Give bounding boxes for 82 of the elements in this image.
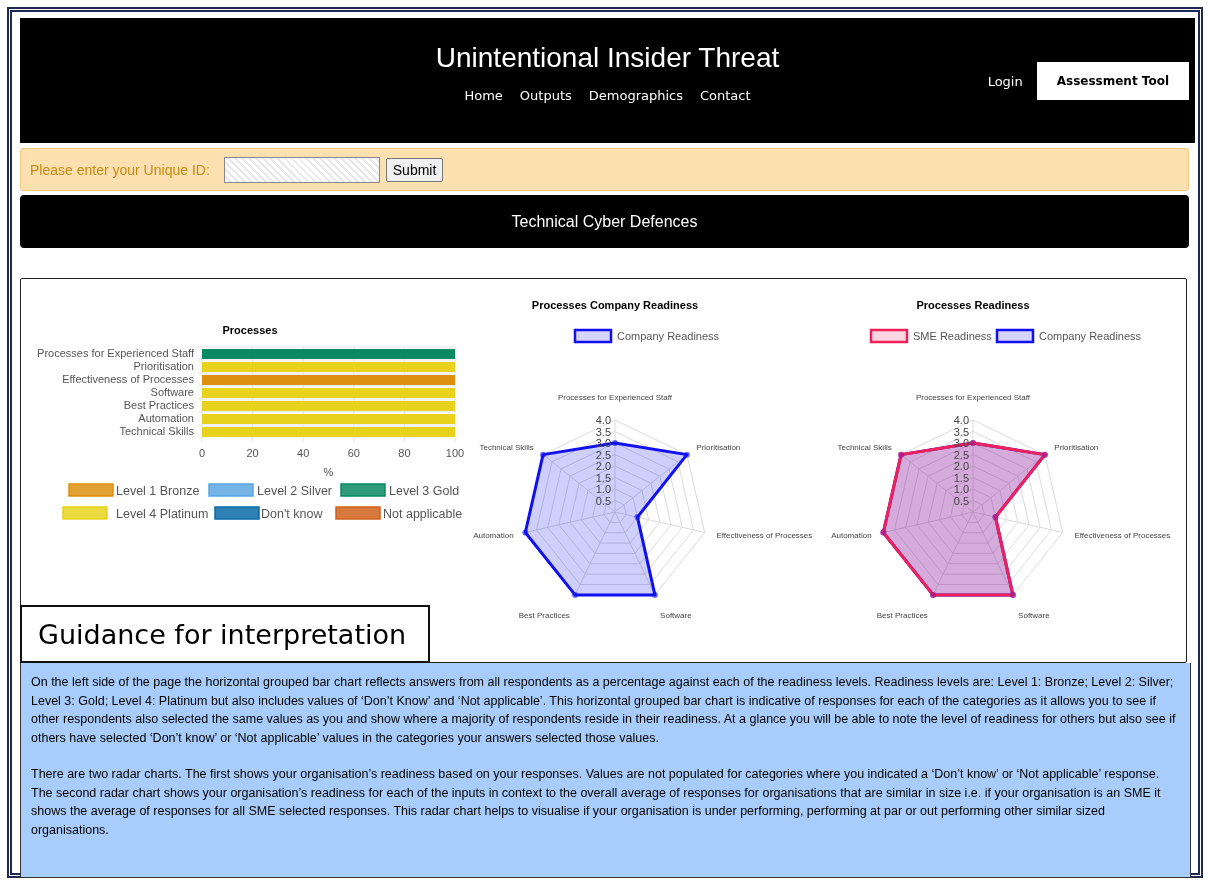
guidance-paragraph: On the left side of the page the horizontal grouped bar chart reflects answers from all respondents as a percentage against each of the readiness levels. Readiness levels are: Level 1: Bronze; Level 2: Silver; Level 3: Gold; Level 4: Platinum but also includes values of ‘Don’t Know’ and ‘Not applicable’. This horizontal grouped bar chart is indicative of responses for each of the categories as it allows you to see if other respondents also selected the same values as you and show where a majority of respondents reside in their readiness. At a glance you will be able to note the level of readiness for others but also see if others have selected ‘Don’t know’ or ‘Not applicable’ values in the categories your answers selected those values. bbox=[31, 674, 1177, 747]
axis-label: Processes for Experienced Staff bbox=[557, 393, 673, 402]
scale-label: 1.0 bbox=[595, 483, 611, 495]
data-point bbox=[1009, 591, 1016, 598]
login-link[interactable]: Login bbox=[987, 73, 1023, 89]
nav-link[interactable]: Outputs bbox=[519, 88, 572, 103]
tick-label: 100 bbox=[445, 447, 465, 459]
axis-label: Effectiveness of Processes bbox=[716, 531, 813, 541]
legend-label: Level 4 Platinum bbox=[116, 507, 209, 521]
id-label: Please enter your Unique ID: bbox=[30, 161, 210, 178]
scale-label: 3.5 bbox=[595, 425, 611, 438]
scale-label: 2.0 bbox=[595, 460, 611, 472]
site-title: Unintentional Insider Threat bbox=[435, 42, 780, 74]
axis-label: Technical Skills bbox=[479, 443, 534, 453]
scale-label: 4.0 bbox=[595, 414, 611, 426]
data-point bbox=[970, 440, 976, 446]
legend-label: SME Readiness bbox=[913, 330, 992, 342]
axis-label: Prioritisation bbox=[696, 443, 741, 453]
guidance-paragraph: There are two radar charts. The first shows your organisation’s readiness based on your responses. Values are not populated for categories where you indicated a ‘Don’t know’ or ‘Not applicable’ response. The second radar chart shows your organisation’s readiness for each of the inputs in context to the overall average of responses for organisations that are similar in size i.e. if your organisation is an SME it shows the average of responses for all SME selected responses. This radar chart helps to visualise if your organisation is under performing, performing at par or out performing other similar sized organisations. bbox=[31, 766, 1162, 839]
axis-label: Effectiveness of Processes bbox=[1074, 531, 1171, 541]
axis-label: Software bbox=[1018, 610, 1050, 620]
assessment-tool-button[interactable]: Assessment Tool bbox=[1036, 62, 1189, 100]
legend-label: Not applicable bbox=[383, 507, 463, 521]
scale-label: 1.5 bbox=[953, 471, 969, 484]
data-point bbox=[612, 440, 618, 446]
data-point bbox=[572, 591, 579, 598]
axis-label: Software bbox=[660, 610, 692, 620]
data-point bbox=[651, 591, 658, 598]
id-input-field[interactable] bbox=[223, 156, 380, 183]
tick-label: 40 bbox=[297, 447, 310, 459]
section-title: Technical Cyber Defences bbox=[511, 212, 698, 231]
tick-label: 80 bbox=[398, 447, 411, 459]
nav-link[interactable]: Home bbox=[464, 88, 503, 103]
data-point bbox=[880, 529, 887, 536]
nav-link[interactable]: Contact bbox=[700, 88, 751, 103]
data-point bbox=[540, 451, 547, 458]
legend-label: Company Readiness bbox=[617, 330, 720, 342]
tick-label: 20 bbox=[246, 447, 259, 459]
data-point bbox=[522, 529, 529, 536]
scale-label: 2.5 bbox=[953, 448, 969, 461]
scale-label: 2.0 bbox=[953, 460, 969, 472]
data-point bbox=[930, 591, 937, 598]
data-point bbox=[898, 451, 905, 458]
legend-label: Level 3 Gold bbox=[389, 484, 460, 498]
axis-label: Prioritisation bbox=[1054, 443, 1099, 453]
scale-label: 2.5 bbox=[595, 448, 611, 461]
submit-button[interactable]: Submit bbox=[385, 157, 444, 182]
nav-link[interactable]: Demographics bbox=[588, 88, 683, 103]
category-label: Technical Skills bbox=[119, 425, 194, 437]
legend-label: Level 2 Silver bbox=[257, 484, 333, 498]
legend-label: Level 1 Bronze bbox=[116, 484, 200, 498]
category-label: Best Practices bbox=[123, 399, 194, 411]
scale-label: 3.5 bbox=[953, 425, 969, 438]
chart-title: Processes Company Readiness bbox=[531, 299, 699, 311]
axis-label: % bbox=[323, 466, 334, 478]
axis-label: Automation bbox=[831, 531, 872, 541]
category-label: Software bbox=[150, 386, 194, 398]
data-point bbox=[1041, 451, 1048, 458]
tick-label: 0 bbox=[198, 447, 206, 459]
chart-title: Processes Readiness bbox=[916, 299, 1030, 311]
category-label: Processes for Experienced Staff bbox=[37, 347, 194, 359]
tick-label: 60 bbox=[347, 447, 360, 459]
axis-label: Automation bbox=[473, 531, 514, 541]
category-label: Prioritisation bbox=[133, 360, 194, 372]
legend-label: Company Readiness bbox=[1039, 330, 1142, 342]
scale-label: 0.5 bbox=[953, 494, 969, 507]
category-label: Effectiveness of Processes bbox=[62, 373, 194, 385]
scale-label: 4.0 bbox=[953, 414, 969, 426]
axis-label: Best Practices bbox=[518, 610, 570, 620]
data-point bbox=[992, 514, 999, 521]
axis-label: Technical Skills bbox=[837, 443, 892, 453]
scale-label: 1.0 bbox=[953, 483, 969, 495]
data-point bbox=[634, 514, 641, 521]
scale-label: 0.5 bbox=[595, 494, 611, 507]
axis-label: Processes for Experienced Staff bbox=[915, 393, 1031, 402]
scale-label: 1.5 bbox=[595, 471, 611, 484]
data-point bbox=[683, 451, 690, 458]
axis-label: Best Practices bbox=[876, 610, 928, 620]
category-label: Automation bbox=[138, 412, 194, 424]
chart-title: Processes bbox=[222, 324, 278, 336]
guidance-heading: Guidance for interpretation bbox=[20, 605, 430, 663]
legend-label: Don't know bbox=[261, 507, 323, 521]
